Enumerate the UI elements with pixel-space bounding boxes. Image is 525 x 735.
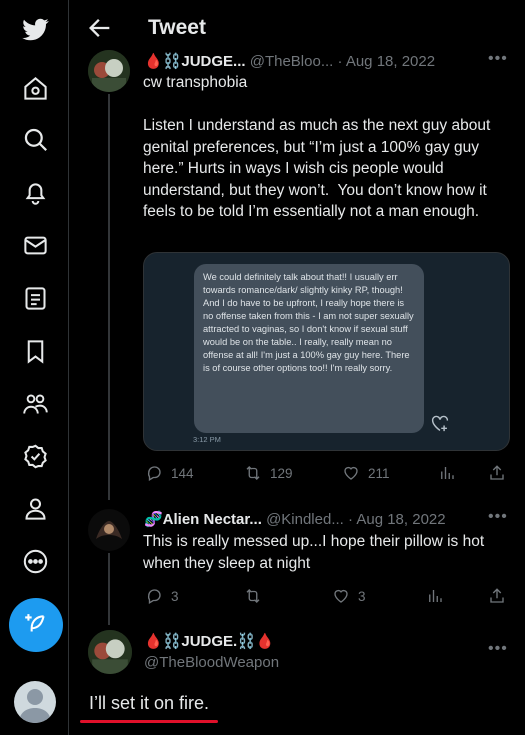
- like-button[interactable]: 3: [332, 587, 366, 605]
- red-underline-annotation: [80, 720, 218, 723]
- like-icon: [334, 589, 348, 603]
- reply-count: 144: [171, 465, 194, 481]
- avatar[interactable]: [88, 509, 130, 551]
- reply-count: 3: [171, 588, 179, 604]
- communities-icon[interactable]: [16, 385, 54, 423]
- reply-button[interactable]: 3: [145, 587, 179, 605]
- tweet-text: I’ll set it on fire.: [89, 693, 210, 713]
- display-name[interactable]: 🩸⛓️JUDGE...: [144, 53, 246, 70]
- share-button[interactable]: [488, 587, 506, 605]
- compose-tweet-button[interactable]: [9, 598, 63, 652]
- handle[interactable]: @TheBloodWeapon: [144, 654, 279, 671]
- retweet-count: 129: [270, 465, 293, 481]
- more-menu-icon[interactable]: •••: [488, 50, 508, 68]
- like-button[interactable]: 211: [342, 464, 390, 482]
- display-name[interactable]: 🩸⛓️JUDGE.⛓️🩸: [144, 632, 275, 650]
- notifications-icon[interactable]: [16, 173, 54, 211]
- analytics-icon: [429, 590, 442, 602]
- retweet-icon: [246, 466, 260, 480]
- tweet-text: cw transphobia Listen I understand as mu…: [143, 74, 491, 220]
- message-bubble: We could definitely talk about that!! I …: [194, 264, 424, 433]
- verified-icon[interactable]: [16, 437, 54, 475]
- display-name[interactable]: 🧬Alien Nectar...: [144, 511, 262, 528]
- share-icon: [490, 588, 504, 603]
- heart-add-icon: [431, 415, 449, 432]
- tweet-text: This is really messed up...I hope their …: [143, 533, 485, 572]
- reply-icon: [147, 466, 161, 481]
- avatar[interactable]: [88, 630, 132, 674]
- header: Tweet: [72, 0, 525, 53]
- retweet-button[interactable]: [244, 587, 270, 605]
- explore-icon[interactable]: [16, 120, 54, 158]
- account-avatar[interactable]: [14, 681, 56, 723]
- message-time: 3:12 PM: [193, 435, 221, 444]
- tweet-thread: Tweet 🩸⛓️JUDGE... @TheBloo... · Aug 18, …: [72, 0, 525, 735]
- messages-icon[interactable]: [16, 226, 54, 264]
- home-icon[interactable]: [16, 69, 54, 107]
- share-button[interactable]: [488, 464, 506, 482]
- date[interactable]: · Aug 18, 2022: [338, 53, 436, 70]
- analytics-button[interactable]: [426, 587, 444, 605]
- like-icon: [344, 466, 358, 480]
- reply-button[interactable]: 144: [145, 464, 194, 482]
- share-icon: [490, 465, 504, 480]
- lists-icon[interactable]: [16, 279, 54, 317]
- handle[interactable]: @Kindled...: [266, 511, 344, 528]
- tweet-header: 🧬Alien Nectar... @Kindled... · Aug 18, 2…: [144, 510, 446, 528]
- bookmarks-icon[interactable]: [16, 332, 54, 370]
- feather-plus-icon: [25, 614, 45, 632]
- twitter-logo-icon[interactable]: [16, 10, 54, 48]
- thread-line: [108, 553, 110, 625]
- back-arrow-icon[interactable]: [86, 14, 114, 42]
- tweet-header: 🩸⛓️JUDGE... @TheBloo... · Aug 18, 2022: [144, 52, 435, 70]
- more-options-icon[interactable]: [16, 542, 54, 580]
- more-menu-icon[interactable]: •••: [488, 640, 508, 658]
- page-title: Tweet: [148, 16, 206, 39]
- avatar[interactable]: [88, 50, 130, 92]
- analytics-icon: [441, 467, 454, 479]
- analytics-button[interactable]: [438, 464, 456, 482]
- tweet-image[interactable]: We could definitely talk about that!! I …: [143, 252, 510, 451]
- like-count: 211: [368, 465, 390, 481]
- profile-icon[interactable]: [16, 489, 54, 527]
- display-name-text: 🩸⛓️JUDGE.⛓️🩸: [144, 633, 275, 650]
- date[interactable]: · Aug 18, 2022: [348, 511, 446, 528]
- like-count: 3: [358, 588, 366, 604]
- handle[interactable]: @TheBloo...: [250, 53, 334, 70]
- more-menu-icon[interactable]: •••: [488, 508, 508, 526]
- thread-line: [108, 94, 110, 500]
- sidebar: [0, 0, 69, 735]
- retweet-button[interactable]: 129: [244, 464, 293, 482]
- reply-icon: [147, 589, 161, 604]
- retweet-icon: [246, 589, 260, 603]
